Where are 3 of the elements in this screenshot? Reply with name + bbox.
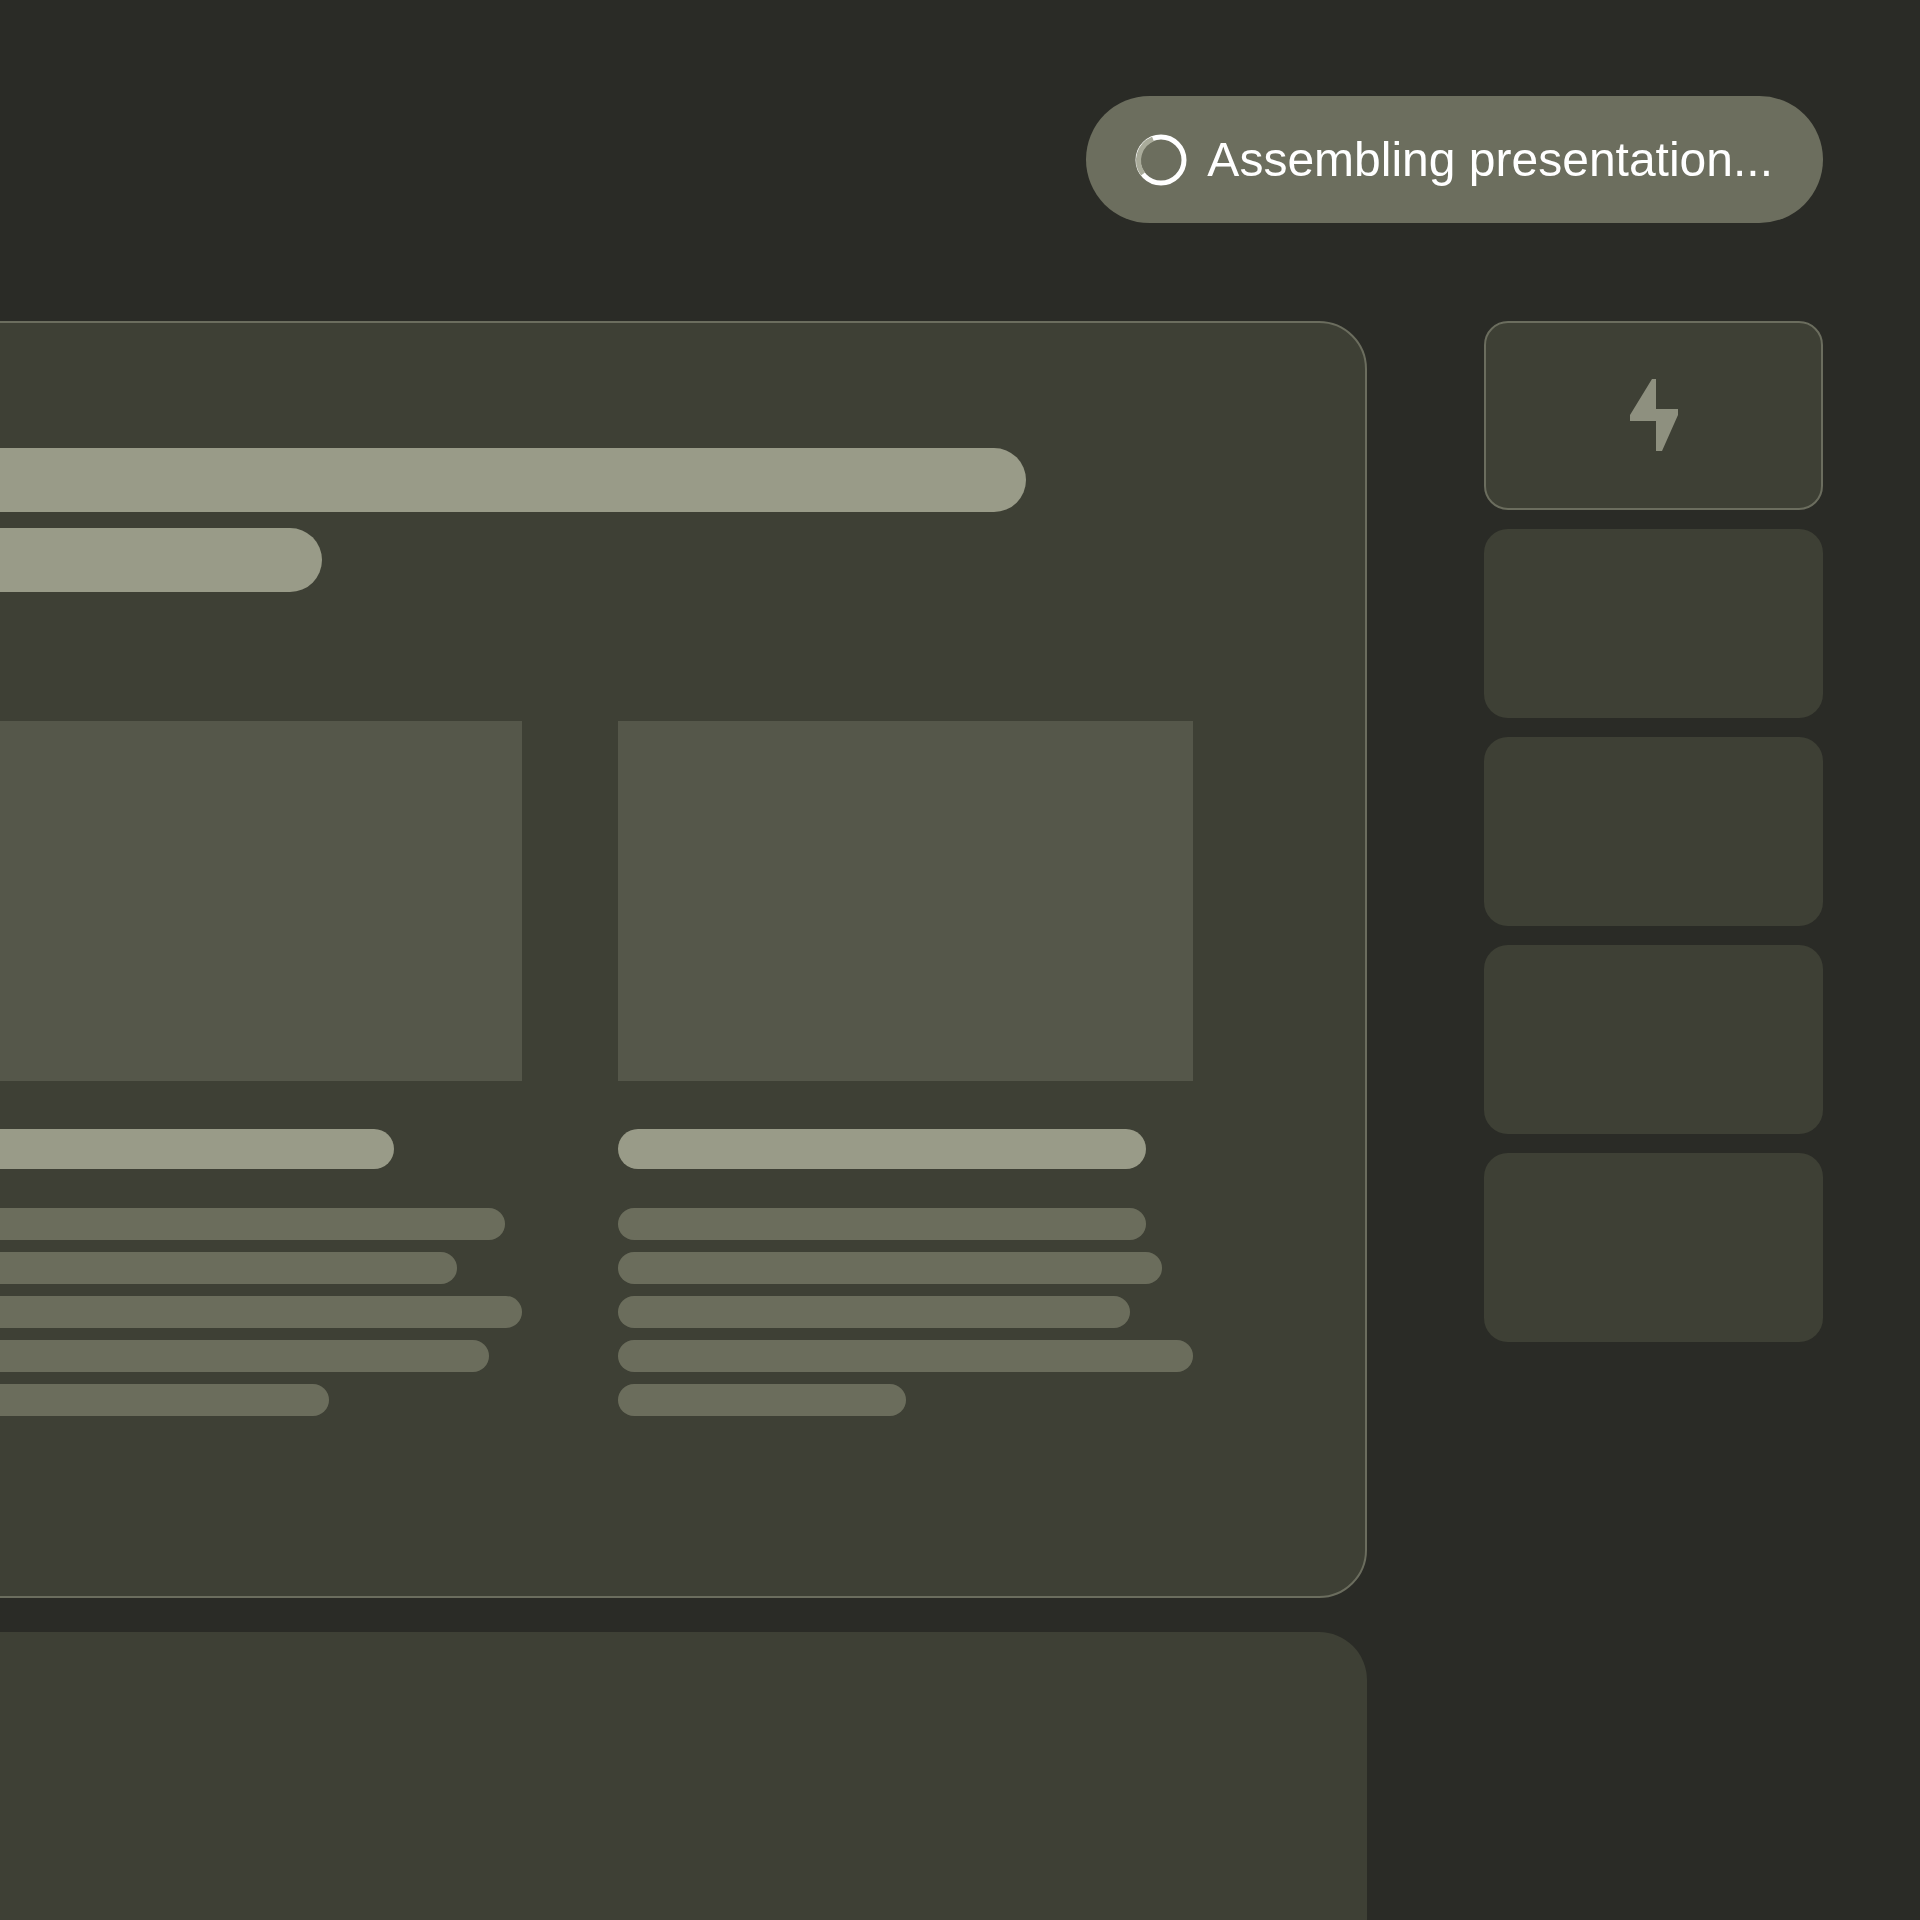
slide-thumbnail[interactable]	[1484, 321, 1823, 510]
lightning-icon	[1629, 378, 1678, 453]
status-text: Assembling presentation...	[1207, 132, 1773, 187]
